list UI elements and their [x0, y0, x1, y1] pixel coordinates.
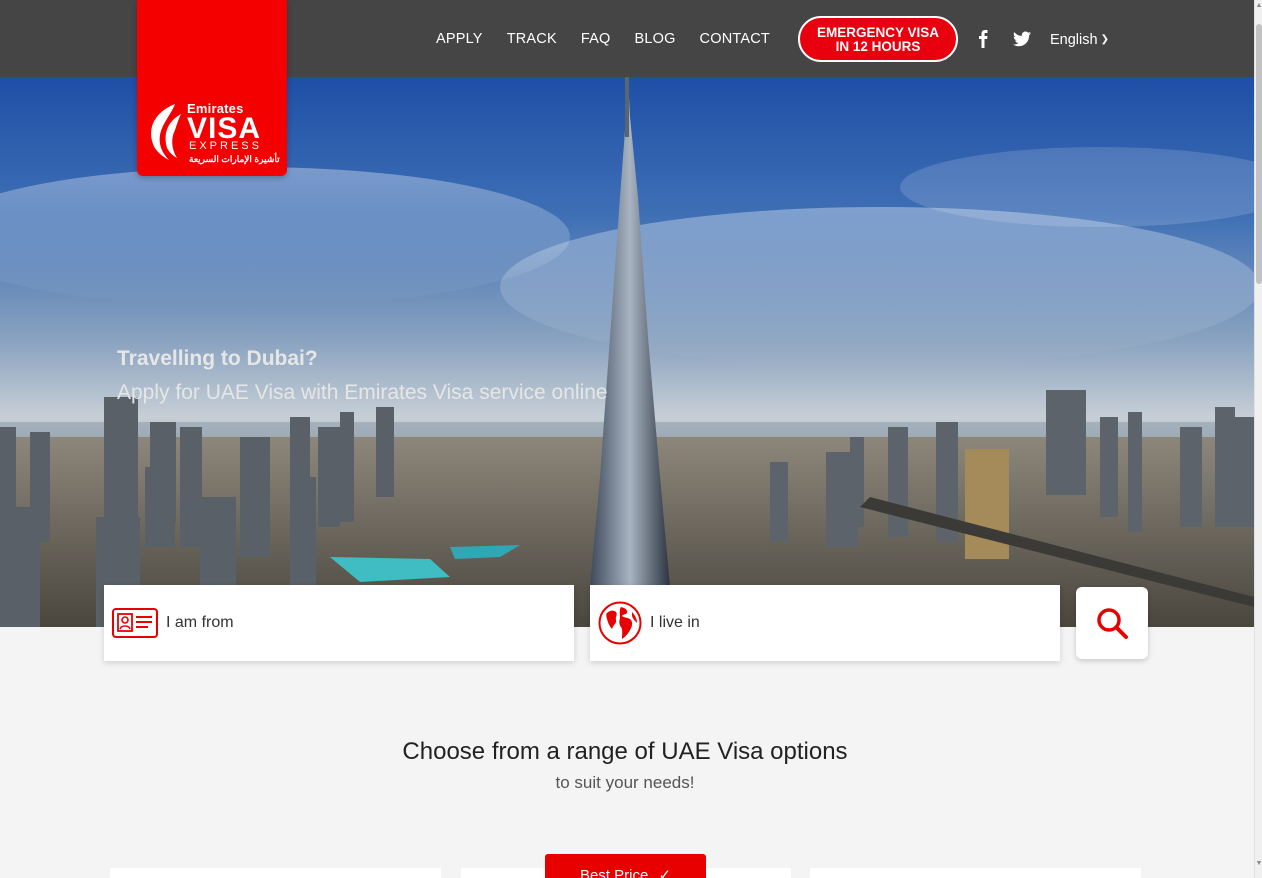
nav-contact-link[interactable]: CONTACT	[700, 31, 770, 47]
search-button[interactable]	[1076, 587, 1148, 659]
twitter-icon[interactable]	[1013, 31, 1031, 47]
page-scrollbar[interactable]: ▲ ▼	[1254, 0, 1262, 878]
main-nav: APPLY TRACK FAQ BLOG CONTACT	[436, 31, 794, 47]
nationality-select[interactable]: I am from	[104, 585, 574, 661]
hero-title: Travelling to Dubai?	[117, 347, 318, 370]
scroll-down-icon[interactable]: ▼	[1255, 860, 1262, 868]
emergency-line-1: EMERGENCY VISA	[816, 25, 940, 40]
logo-express-text: EXPRESS	[189, 140, 262, 152]
search-icon	[1097, 608, 1128, 639]
language-selector[interactable]: English ❯	[1050, 32, 1109, 48]
nav-faq-link[interactable]: FAQ	[581, 31, 611, 47]
nationality-label: I am from	[166, 614, 234, 631]
logo-arabic-text: تأشيرة الإمارات السريعة	[189, 154, 280, 164]
best-price-badge: Best Price ✓	[545, 854, 706, 878]
section-subheading: to suit your needs!	[555, 773, 695, 792]
visa-option-card[interactable]	[110, 868, 441, 878]
scrollbar-thumb[interactable]	[1256, 24, 1262, 284]
emergency-line-2: IN 12 HOURS	[835, 39, 921, 54]
facebook-icon[interactable]	[976, 30, 990, 48]
section-heading: Choose from a range of UAE Visa options	[402, 738, 848, 765]
checkmark-icon: ✓	[658, 867, 672, 878]
scroll-up-icon[interactable]: ▲	[1255, 2, 1262, 10]
language-label: English	[1050, 32, 1098, 48]
logo-swoosh-icon	[151, 104, 181, 160]
hero-subtitle: Apply for UAE Visa with Emirates Visa se…	[117, 381, 608, 404]
id-card-icon	[112, 608, 158, 638]
nav-blog-link[interactable]: BLOG	[634, 31, 675, 47]
nav-track-link[interactable]: TRACK	[507, 31, 557, 47]
nav-apply-link[interactable]: APPLY	[436, 31, 483, 47]
chevron-down-icon: ❯	[1100, 34, 1109, 45]
emergency-visa-button[interactable]: EMERGENCY VISA IN 12 HOURS	[798, 16, 958, 62]
residence-select[interactable]: I live in	[590, 585, 1060, 661]
visa-option-card[interactable]	[810, 868, 1141, 878]
globe-icon	[598, 601, 642, 645]
best-price-label: Best Price	[579, 867, 649, 878]
site-logo[interactable]: Emirates VISA EXPRESS تأشيرة الإمارات ال…	[137, 0, 287, 176]
residence-label: I live in	[650, 614, 700, 631]
